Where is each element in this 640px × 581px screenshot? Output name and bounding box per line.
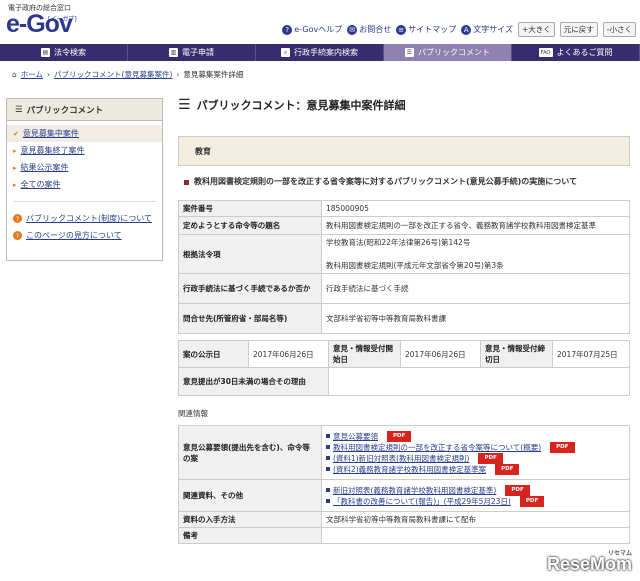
case-info-table: 案件番号 185000905 定めようとする命令等の題名 教科用図書検定規則の一部を… (178, 200, 630, 334)
row-value: 行政手続法に基づく手続 (321, 273, 630, 304)
deadline-date: 2017年07月25日 (552, 340, 630, 368)
contact-link[interactable]: ✉ お問合せ (347, 24, 391, 35)
book-icon: ▤ (41, 48, 50, 57)
breadcrumb: ⌂ ホーム › パブリックコメント(意見募集案件) › 意見募集案件詳細 (12, 69, 243, 80)
font-size-icon: A (461, 24, 472, 35)
doc-link[interactable]: 意見公募要領 PDF (326, 430, 625, 442)
pdf-icon: PDF (505, 484, 530, 496)
question-icon: ? (13, 214, 22, 223)
help-icon: ? (282, 24, 293, 35)
arrow-icon: ▸ (13, 146, 17, 155)
nav-e-application[interactable]: ▥ 電子申請 (128, 44, 256, 61)
row-value: 教科用図書検定規則の一部を改正する省令、義務教育諸学校教科用図書検定基準 (321, 216, 630, 235)
comment-icon: ☰ (15, 104, 23, 115)
nav-faq[interactable]: FAQ よくあるご質問 (512, 44, 640, 61)
utility-links: ? e-Govヘルプ ✉ お問合せ ≡ サイトマップ A 文字サイズ +大きく 元に戻す… (282, 22, 636, 37)
square-bullet-icon (184, 180, 189, 185)
case-title: 教科用図書検定規則の一部を改正する省令案等に対するパブリックコメント(意見公募手… (178, 166, 630, 200)
help-link[interactable]: ? e-Govヘルプ (282, 24, 342, 35)
arrow-icon: ▸ (13, 163, 17, 172)
global-nav: ▤ 法令検索 ▥ 電子申請 ⌕ 行政手続案内検索 ☰ パブリックコメント FAQ よくある… (0, 44, 640, 61)
docs2-label: 関連資料、その他 (178, 479, 322, 512)
pdf-icon: PDF (478, 452, 503, 464)
pdf-icon: PDF (550, 441, 575, 453)
publish-date-label: 案の公示日 (178, 340, 249, 368)
breadcrumb-home[interactable]: ホーム (21, 69, 43, 80)
dates-table: 案の公示日 2017年06月26日 意見・情報受付開始日 2017年06月26日… (178, 340, 630, 396)
row-label: 行政手続法に基づく手続であるか否か (178, 273, 322, 304)
remarks-value (321, 527, 630, 544)
remarks-label: 備考 (178, 527, 322, 544)
doc-link[interactable]: 「教科書の改善について(報告)」(平成29年5月23日) PDF (326, 495, 625, 507)
sidebar-title: ☰ パブリックコメント (7, 99, 162, 121)
doc-link[interactable]: 新旧対照表(義務教育諸学校教科用図書検定基準) PDF (326, 484, 625, 496)
faq-icon: FAQ (538, 48, 553, 57)
row-value: 文部科学省初等中等教育局教科書課 (321, 303, 630, 334)
publish-date: 2017年06月26日 (248, 340, 329, 368)
sidebar-item-results[interactable]: ▸ 結果公示案件 (7, 159, 162, 176)
doc-link[interactable]: (資料1)新旧対照表(教科用図書検定規則) PDF (326, 452, 625, 464)
font-size-label: A 文字サイズ (461, 24, 513, 35)
docs2-list: 新旧対照表(義務教育諸学校教科用図書検定基準) PDF 「教科書の改善について(報… (321, 479, 630, 512)
check-icon: ✔ (13, 129, 19, 138)
font-reset-button[interactable]: 元に戻す (559, 22, 598, 37)
logo-sub: [イーガブ] (48, 16, 77, 23)
chevron-right-icon: › (176, 70, 180, 79)
related-heading: 関連情報 (178, 409, 208, 418)
obtain-value: 文部科学省初等中等教育局教科書課にて配布 (321, 511, 630, 528)
arrow-icon: ▸ (13, 180, 17, 189)
docs1-label: 意見公募要領(提出先を含む)、命令等の案 (178, 425, 322, 480)
chevron-right-icon: › (47, 70, 51, 79)
nav-law-search[interactable]: ▤ 法令検索 (0, 44, 128, 61)
row-label: 根拠法令項 (178, 234, 322, 274)
comment-icon: ☰ (405, 48, 414, 57)
start-date: 2017年06月26日 (400, 340, 481, 368)
breadcrumb-public-comment[interactable]: パブリックコメント(意見募集案件) (54, 69, 172, 80)
related-table: 意見公募要領(提出先を含む)、命令等の案 意見公募要領 PDF 教科用図書検定規則… (178, 425, 630, 544)
pdf-icon: PDF (387, 430, 412, 442)
sidebar-help-system[interactable]: ? パブリックコメント(制度)について (7, 210, 162, 227)
question-icon: ? (13, 231, 22, 240)
main-content: ☰ パブリックコメント：意見募集中案件詳細 教育 教科用図書検定規則の一部を改正す… (178, 96, 630, 544)
sidebar-help-page[interactable]: ? このページの見方について (7, 227, 162, 244)
obtain-label: 資料の入手方法 (178, 511, 322, 528)
sitemap-icon: ≡ (396, 24, 407, 35)
page-title: ☰ パブリックコメント：意見募集中案件詳細 (178, 97, 406, 113)
comment-icon: ☰ (178, 97, 191, 113)
row-label: 問合せ先(所管府省・部局名等) (178, 303, 322, 334)
document-icon: ▥ (169, 48, 178, 57)
docs1-list: 意見公募要領 PDF 教科用図書検定規則の一部を改正する省令案等について(概要) P… (321, 425, 630, 480)
font-larger-button[interactable]: +大きく (517, 22, 555, 37)
doc-link[interactable]: (資料2)義務教育諸学校教科用図書検定基準案 PDF (326, 463, 625, 475)
nav-public-comment[interactable]: ☰ パブリックコメント (384, 44, 512, 61)
sidebar: ☰ パブリックコメント ✔ 意見募集中案件 ▸ 意見募集終了案件 ▸ 結果公示案件 ▸ 全… (6, 98, 163, 261)
pdf-icon: PDF (495, 463, 520, 475)
pdf-icon: PDF (519, 495, 545, 507)
short-period-value (328, 367, 630, 396)
sitemap-link[interactable]: ≡ サイトマップ (396, 24, 456, 35)
sidebar-item-open[interactable]: ✔ 意見募集中案件 (7, 125, 162, 142)
breadcrumb-current: 意見募集案件詳細 (183, 70, 244, 79)
search-icon: ⌕ (281, 48, 290, 57)
row-label: 案件番号 (178, 200, 322, 217)
deadline-label: 意見・情報受付締切日 (480, 340, 553, 368)
row-label: 定めようとする命令等の題名 (178, 216, 322, 235)
sidebar-item-closed[interactable]: ▸ 意見募集終了案件 (7, 142, 162, 159)
nav-procedure-search[interactable]: ⌕ 行政手続案内検索 (256, 44, 384, 61)
header: 電子政府の総合窓口 e-Gov [イーガブ] ? e-Govヘルプ ✉ お問合せ ≡… (0, 0, 640, 44)
short-period-label: 意見提出が30日未満の場合その理由 (178, 367, 329, 396)
sidebar-item-all[interactable]: ▸ 全ての案件 (7, 176, 162, 193)
row-value: 学校教育法(昭和22年法律第26号)第142号 教科用図書検定規則(平成元年文部省… (321, 234, 630, 274)
contact-icon: ✉ (347, 24, 358, 35)
doc-link[interactable]: 教科用図書検定規則の一部を改正する省令案等について(概要) PDF (326, 441, 625, 453)
watermark: リセマム ReseMom (546, 551, 632, 574)
category-bar: 教育 (178, 136, 630, 166)
start-date-label: 意見・情報受付開始日 (328, 340, 401, 368)
font-smaller-button[interactable]: -小さく (602, 22, 636, 37)
row-value: 185000905 (321, 200, 630, 217)
home-icon: ⌂ (12, 70, 17, 79)
